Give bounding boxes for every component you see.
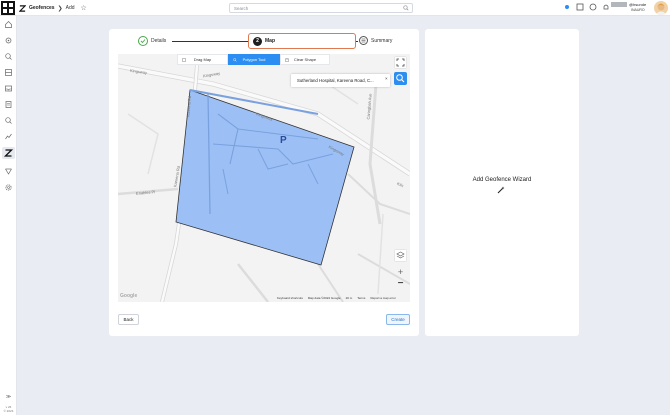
parking-label: P bbox=[280, 135, 287, 146]
sidebar-item-geofences[interactable] bbox=[2, 147, 15, 159]
google-attribution: Google bbox=[120, 293, 138, 299]
gear-icon[interactable] bbox=[4, 183, 13, 192]
terms-link[interactable]: Terms bbox=[357, 296, 365, 300]
back-button[interactable]: Back bbox=[118, 314, 139, 325]
clear-shape-button[interactable]: Clear Shape bbox=[280, 54, 330, 65]
polygon-tool-button[interactable]: Polygon Tool bbox=[228, 54, 280, 65]
user-menu[interactable]: @hsunde INAURO bbox=[611, 1, 670, 15]
geofence-icon bbox=[3, 149, 14, 157]
zoom-out-button[interactable]: − bbox=[395, 279, 406, 290]
breadcrumb-separator: ❯ bbox=[57, 5, 63, 12]
drag-map-label: Drag Map bbox=[193, 57, 212, 62]
polygon-icon bbox=[233, 58, 237, 62]
version-line2: © 2024 bbox=[3, 409, 14, 413]
help-icon[interactable] bbox=[589, 3, 597, 11]
wizard-title: Add Geofence Wizard bbox=[472, 177, 532, 183]
settings-icon[interactable] bbox=[4, 36, 13, 45]
step-map-number: 2 bbox=[253, 37, 262, 46]
document-icon[interactable] bbox=[4, 100, 13, 109]
avatar[interactable] bbox=[654, 1, 668, 15]
step-map[interactable]: 2 Map bbox=[248, 33, 356, 49]
sidebar-expand-button[interactable]: ≫ bbox=[0, 394, 17, 400]
notification-icon[interactable] bbox=[602, 3, 610, 11]
star-icon[interactable]: ☆ bbox=[81, 4, 87, 12]
sidebar: ≫ v 26 © 2024 bbox=[0, 16, 17, 415]
create-button[interactable]: Create bbox=[386, 314, 410, 325]
map-toolbar: Drag Map Polygon Tool Clear Shape bbox=[177, 54, 330, 65]
step-details-check-icon bbox=[138, 36, 148, 46]
search-icon bbox=[403, 5, 409, 11]
fullscreen-icon[interactable] bbox=[576, 3, 584, 11]
home-icon[interactable] bbox=[4, 20, 13, 29]
breadcrumb: Geofences ❯ Add ☆ bbox=[19, 0, 87, 16]
breadcrumb-add: Add bbox=[65, 5, 75, 11]
search-icon[interactable] bbox=[4, 52, 13, 61]
user-org: INAURO bbox=[631, 8, 645, 12]
inbox-icon[interactable] bbox=[4, 84, 13, 93]
zoom-in-button[interactable]: + bbox=[395, 267, 406, 278]
map-canvas[interactable]: Kingsway Kareena Rd Kingsway Kingsway Ki… bbox=[118, 54, 410, 302]
search-placeholder: Search bbox=[234, 6, 249, 11]
user-redacted-block bbox=[611, 2, 627, 7]
status-dot-icon[interactable] bbox=[563, 3, 571, 11]
top-bar: Geofences ❯ Add ☆ Search @hsunde INAURO bbox=[0, 0, 670, 16]
report-error-link[interactable]: Report a map error bbox=[370, 296, 395, 300]
search-input[interactable]: Search bbox=[229, 3, 413, 13]
search-icon bbox=[396, 74, 405, 83]
map-fullscreen-button[interactable] bbox=[395, 57, 406, 68]
clear-search-icon[interactable]: × bbox=[385, 76, 388, 81]
map-footer: Keyboard shortcuts Map data ©2024 Google… bbox=[277, 296, 396, 300]
zoom-icon[interactable] bbox=[4, 116, 13, 125]
map-layers-button[interactable] bbox=[395, 250, 406, 261]
breadcrumb-geofence-icon bbox=[19, 4, 26, 12]
hand-icon bbox=[182, 58, 186, 62]
layers-icon bbox=[396, 251, 405, 259]
user-handle: @hsunde bbox=[629, 2, 647, 7]
polygon-tool-label: Polygon Tool bbox=[242, 57, 266, 62]
app-logo-icon[interactable] bbox=[1, 1, 15, 15]
step-summary[interactable]: Summary bbox=[371, 38, 392, 44]
analytics-icon[interactable] bbox=[4, 132, 13, 141]
step-summary-icon bbox=[359, 36, 368, 45]
map-data-text: Map data ©2024 Google bbox=[307, 296, 341, 300]
magic-wand-icon bbox=[497, 186, 505, 194]
route-icon[interactable] bbox=[4, 167, 13, 176]
breadcrumb-geofences[interactable]: Geofences bbox=[29, 5, 55, 11]
toolbar-icons bbox=[563, 3, 610, 11]
map-search-input[interactable]: Sutherland Hospital, Kareena Road, C... … bbox=[291, 74, 390, 87]
map-search-value: Sutherland Hospital, Kareena Road, C... bbox=[297, 78, 374, 83]
clear-shape-label: Clear Shape bbox=[293, 57, 317, 62]
drag-map-button[interactable]: Drag Map bbox=[177, 54, 228, 65]
map-search-button[interactable] bbox=[394, 72, 407, 85]
keyboard-shortcuts-link[interactable]: Keyboard shortcuts bbox=[277, 296, 303, 300]
step-details[interactable]: Details bbox=[151, 38, 166, 44]
fullscreen-icon bbox=[396, 58, 405, 67]
trash-icon bbox=[285, 58, 289, 62]
avatar-image-icon bbox=[655, 3, 667, 15]
step-map-label: Map bbox=[265, 38, 275, 44]
layout-icon[interactable] bbox=[4, 68, 13, 77]
map-roads bbox=[118, 54, 410, 302]
map-scale: 20 m bbox=[345, 296, 353, 300]
